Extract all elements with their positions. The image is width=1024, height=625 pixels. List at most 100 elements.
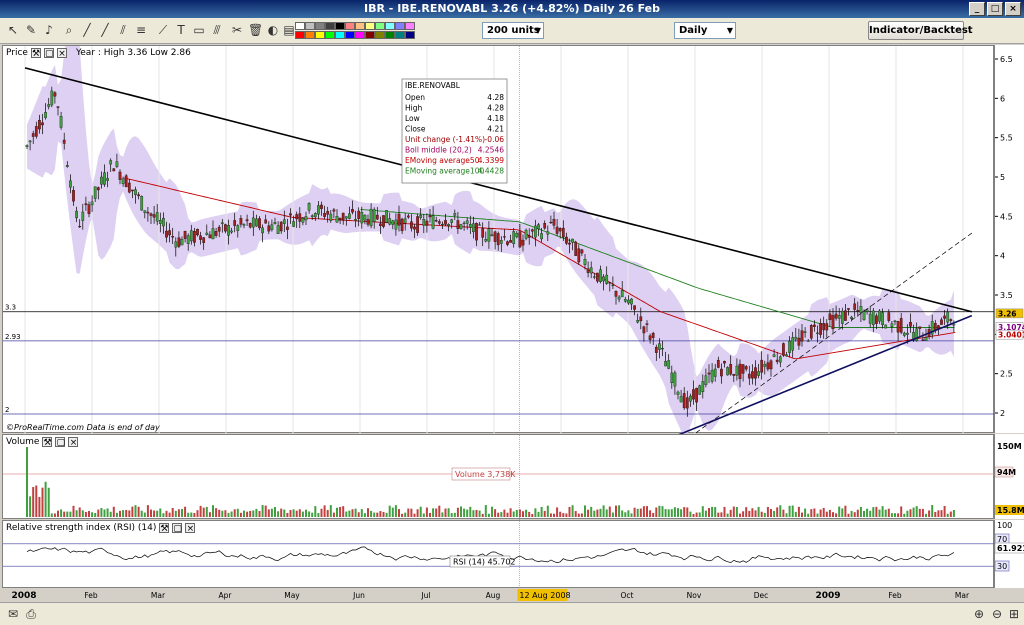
color-swatch[interactable]	[325, 31, 335, 39]
color-swatch[interactable]	[355, 31, 365, 39]
volume-scale[interactable]: 150M 94M 15.8M	[994, 434, 1024, 519]
volume-bar	[667, 509, 670, 517]
candle-body	[695, 387, 698, 403]
volume-bar	[509, 508, 512, 517]
color-swatch[interactable]	[295, 31, 305, 39]
price-chart[interactable]: 3.3 2.93 2 ©ProRealTime.com Data is end of …	[3, 46, 995, 434]
color-picker-icon[interactable]: ◐	[266, 23, 280, 37]
line-tool-icon[interactable]: ╱	[80, 23, 94, 37]
color-swatch[interactable]	[405, 31, 415, 39]
wrench-icon[interactable]: ⚒	[42, 437, 53, 448]
candle	[884, 324, 888, 329]
color-swatch[interactable]	[305, 31, 315, 39]
color-swatch[interactable]	[335, 31, 345, 39]
close-button[interactable]: ×	[1005, 2, 1021, 16]
candle-body	[437, 221, 441, 224]
color-swatch[interactable]	[345, 22, 355, 30]
ruler-icon[interactable]: ✎	[24, 23, 38, 37]
volume-bar	[122, 510, 125, 517]
window-icon[interactable]: ▢	[43, 48, 54, 59]
candle-body	[258, 218, 261, 229]
candle-body	[664, 361, 667, 367]
candle-body	[211, 228, 215, 240]
fit-icon[interactable]: ⊞	[1007, 607, 1021, 621]
color-swatch[interactable]	[315, 22, 325, 30]
volume-bar	[624, 512, 627, 517]
candle-body	[115, 161, 119, 167]
units-select[interactable]: 200 units ▼	[482, 22, 544, 39]
style-icon[interactable]: ▤	[282, 23, 296, 37]
color-swatch[interactable]	[365, 22, 375, 30]
price-scale[interactable]: 6.565.554.543.532.523.263.10743.0401	[994, 45, 1024, 433]
candle-body	[701, 381, 705, 393]
color-swatch[interactable]	[305, 22, 315, 30]
period-select-value: Daily	[679, 25, 708, 36]
candle-body	[676, 391, 680, 395]
volume-bar	[469, 506, 472, 517]
candle-body	[276, 225, 280, 235]
volume-bar	[404, 512, 407, 517]
mail-icon[interactable]: ✉	[6, 607, 20, 621]
text-tool-icon[interactable]: T	[174, 23, 188, 37]
tooltip-label: Boll middle (20,2)	[405, 146, 472, 155]
candle-body	[896, 321, 900, 333]
price-panel-header: Price ⚒ ▢ × Year : High 3.36 Low 2.86	[6, 48, 191, 59]
candle-body	[726, 367, 729, 376]
color-swatch[interactable]	[395, 31, 405, 39]
trash-icon[interactable]: 🗑	[248, 23, 263, 37]
maximize-button[interactable]: □	[987, 2, 1003, 16]
color-swatch[interactable]	[375, 22, 385, 30]
candle-body	[34, 126, 38, 137]
volume-bar	[373, 512, 376, 517]
wrench-icon[interactable]: ⚒	[159, 523, 170, 534]
fan-tool-icon[interactable]: ⟋	[156, 23, 170, 37]
price-tick-label: 2	[1000, 409, 1005, 418]
indicator-backtest-button[interactable]: Indicator/Backtest	[868, 21, 973, 40]
tools-icon[interactable]: ✂	[230, 23, 244, 37]
close-icon[interactable]: ×	[56, 48, 67, 59]
candle-body	[884, 324, 888, 329]
period-select[interactable]: Daily ▼	[674, 22, 736, 39]
zoom-icon[interactable]: ⌕	[62, 23, 76, 37]
color-swatch[interactable]	[405, 22, 415, 30]
volume-tick-label: 150M	[997, 442, 1022, 451]
zoom-in-icon[interactable]: ⊕	[972, 607, 986, 621]
bell-icon[interactable]: ♪	[42, 23, 56, 37]
window-icon[interactable]: ▢	[172, 523, 183, 534]
color-swatch[interactable]	[335, 22, 345, 30]
wrench-icon[interactable]: ⚒	[30, 48, 41, 59]
rectangle-tool-icon[interactable]: ▭	[192, 23, 206, 37]
window-icon[interactable]: ▢	[55, 437, 66, 448]
volume-bar	[323, 505, 326, 517]
units-select-value: 200 units	[487, 25, 540, 36]
color-swatch[interactable]	[355, 22, 365, 30]
color-swatch[interactable]	[295, 22, 305, 30]
parallel-tool-icon[interactable]: ⫽	[116, 23, 130, 37]
volume-bar	[646, 506, 648, 517]
color-swatch[interactable]	[365, 31, 375, 39]
rsi-scale[interactable]: 100 7061.921 30	[994, 520, 1024, 588]
color-swatch[interactable]	[325, 22, 335, 30]
candle-body	[630, 298, 633, 305]
volume-panel-title: Volume	[6, 437, 40, 447]
candle-body	[162, 218, 165, 227]
color-swatch[interactable]	[375, 31, 385, 39]
minimize-button[interactable]: _	[969, 2, 985, 16]
color-swatch[interactable]	[315, 31, 325, 39]
pointer-icon[interactable]: ↖	[6, 23, 20, 37]
volume-bar	[283, 509, 286, 517]
color-swatch[interactable]	[385, 22, 395, 30]
color-swatch[interactable]	[395, 22, 405, 30]
color-swatch[interactable]	[345, 31, 355, 39]
zoom-out-icon[interactable]: ⊖	[990, 607, 1004, 621]
channel-tool-icon[interactable]: ⫻	[210, 23, 224, 37]
close-icon[interactable]: ×	[68, 437, 79, 448]
volume-chart[interactable]: Volume 3,738K	[3, 435, 995, 520]
candle-body	[735, 365, 739, 376]
print-icon[interactable]: ⎙	[24, 607, 38, 621]
color-swatch[interactable]	[385, 31, 395, 39]
volume-bar	[921, 508, 924, 517]
close-icon[interactable]: ×	[185, 523, 196, 534]
fibonacci-tool-icon[interactable]: ≡	[134, 23, 148, 37]
ray-tool-icon[interactable]: ╱	[98, 23, 112, 37]
